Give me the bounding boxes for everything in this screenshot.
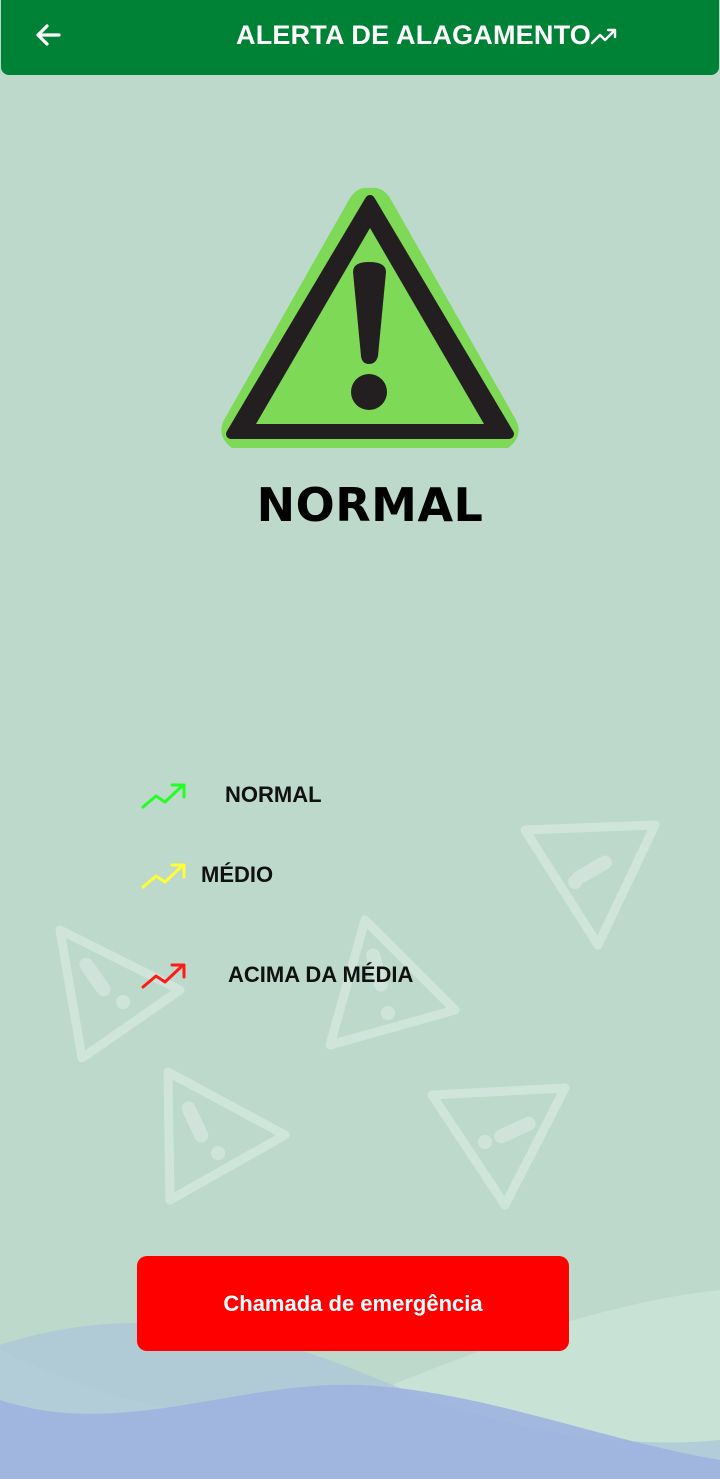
bg-warning-triangle-5	[427, 1083, 570, 1210]
app-bar: ALERTA DE ALAGAMENTO	[1, 0, 719, 75]
arrow-left-icon	[36, 24, 61, 46]
legend-label: NORMAL	[225, 782, 322, 807]
bg-warning-triangle-2	[55, 925, 185, 1063]
page-title: ALERTA DE ALAGAMENTO	[236, 20, 591, 50]
bg-warning-triangle-1	[520, 820, 660, 950]
legend-item-normal: NORMAL	[140, 780, 340, 810]
legend-item-medio: MÉDIO	[140, 860, 320, 890]
legend-label: MÉDIO	[201, 862, 274, 887]
legend-item-acima-da-media: ACIMA DA MÉDIA	[140, 960, 440, 990]
trending-up-icon[interactable]	[589, 24, 619, 50]
trending-up-icon	[141, 963, 186, 989]
legend-label: ACIMA DA MÉDIA	[228, 962, 414, 987]
trending-up-icon	[141, 863, 186, 889]
emergency-call-button[interactable]: Chamada de emergência	[137, 1256, 569, 1351]
bg-warning-triangle-4	[163, 1067, 290, 1205]
trending-up-icon	[141, 783, 186, 809]
status-level: NORMAL	[256, 478, 484, 532]
back-button[interactable]	[29, 18, 65, 54]
warning-triangle-icon	[221, 187, 519, 448]
